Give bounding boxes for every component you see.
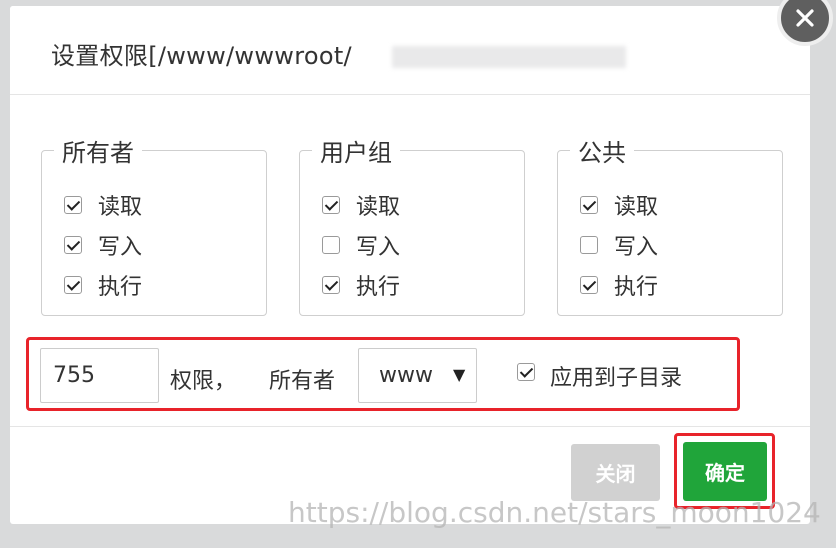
- owner-label: 所有者: [269, 369, 336, 394]
- public-read-row[interactable]: 读取: [580, 193, 658, 220]
- redacted-path: [392, 46, 626, 68]
- public-read-checkbox[interactable]: [580, 196, 598, 214]
- close-button[interactable]: 关闭: [571, 444, 660, 501]
- public-read-label: 读取: [614, 195, 659, 220]
- public-write-checkbox[interactable]: [580, 236, 598, 254]
- public-write-row[interactable]: 写入: [580, 233, 658, 260]
- public-exec-label: 执行: [614, 275, 659, 300]
- owner-write-checkbox[interactable]: [64, 236, 82, 254]
- group-exec-label: 执行: [356, 275, 401, 300]
- owner-read-row[interactable]: 读取: [64, 193, 142, 220]
- owner-exec-row[interactable]: 执行: [64, 273, 142, 300]
- owner-write-row[interactable]: 写入: [64, 233, 142, 260]
- owner-permission-group: 所有者 读取 写入 执行: [41, 133, 267, 316]
- public-write-label: 写入: [614, 235, 659, 260]
- watermark-text: https://blog.csdn.net/stars_moon1024: [288, 496, 821, 529]
- permission-label: 权限，: [170, 369, 237, 394]
- owner-write-label: 写入: [98, 235, 143, 260]
- public-exec-row[interactable]: 执行: [580, 273, 658, 300]
- group-exec-checkbox[interactable]: [322, 276, 340, 294]
- footer-divider: [10, 426, 810, 427]
- owner-exec-label: 执行: [98, 275, 143, 300]
- group-read-label: 读取: [356, 195, 401, 220]
- dialog-title: 设置权限[/www/wwwroot/: [51, 42, 352, 70]
- group-write-row[interactable]: 写入: [322, 233, 400, 260]
- apply-subdir-label: 应用到子目录: [550, 366, 683, 391]
- caret-down-icon: ▼: [453, 365, 466, 384]
- owner-read-checkbox[interactable]: [64, 196, 82, 214]
- group-legend-owner: 所有者: [54, 133, 142, 168]
- owner-read-label: 读取: [98, 195, 143, 220]
- owner-exec-checkbox[interactable]: [64, 276, 82, 294]
- group-legend-usergroup: 用户组: [312, 133, 400, 168]
- group-read-row[interactable]: 读取: [322, 193, 400, 220]
- owner-select[interactable]: www ▼: [358, 348, 477, 403]
- dialog-title-bar: 设置权限[/www/wwwroot/: [10, 6, 810, 95]
- owner-select-value: www: [379, 363, 433, 388]
- group-exec-row[interactable]: 执行: [322, 273, 400, 300]
- public-exec-checkbox[interactable]: [580, 276, 598, 294]
- ok-button[interactable]: 确定: [683, 442, 767, 501]
- public-permission-group: 公共 读取 写入 执行: [557, 133, 783, 316]
- permission-number-input[interactable]: 755: [40, 348, 159, 403]
- group-write-label: 写入: [356, 235, 401, 260]
- group-write-checkbox[interactable]: [322, 236, 340, 254]
- group-legend-public: 公共: [570, 133, 634, 168]
- group-read-checkbox[interactable]: [322, 196, 340, 214]
- usergroup-permission-group: 用户组 读取 写入 执行: [299, 133, 525, 316]
- apply-subdir-checkbox[interactable]: [517, 363, 535, 381]
- permission-dialog: 设置权限[/www/wwwroot/ 所有者 读取 写入 执行 用户组 读取 写…: [10, 6, 810, 524]
